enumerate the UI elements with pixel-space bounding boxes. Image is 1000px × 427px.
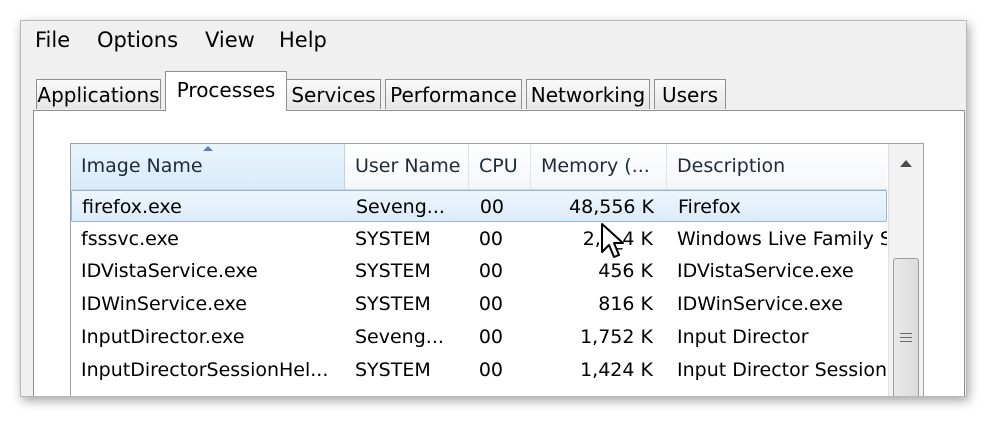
table-row[interactable]: IDVistaService.exe SYSTEM 00 456 K IDVis… bbox=[71, 255, 887, 287]
cell-description: Input Director Session I bbox=[677, 359, 887, 381]
cell-user-name: Seveng... bbox=[355, 326, 444, 348]
column-header-memory[interactable]: Memory (... bbox=[531, 144, 667, 189]
table-row[interactable]: IDWinService.exe SYSTEM 00 816 K IDWinSe… bbox=[71, 288, 887, 320]
cell-description: Input Director bbox=[677, 326, 809, 348]
cell-cpu: 00 bbox=[478, 293, 503, 315]
cell-cpu: 00 bbox=[478, 260, 503, 282]
cell-memory: 48,556 K bbox=[569, 196, 654, 218]
cell-memory: 1,752 K bbox=[580, 326, 653, 348]
menu-bar: File Options View Help bbox=[21, 21, 966, 61]
cell-image-name: IDVistaService.exe bbox=[81, 260, 258, 282]
column-header-cpu[interactable]: CPU bbox=[469, 144, 531, 189]
cell-memory: 1,424 K bbox=[580, 359, 653, 381]
cell-image-name: fsssvc.exe bbox=[81, 228, 179, 250]
cell-user-name: SYSTEM bbox=[355, 228, 431, 250]
cell-user-name: Seveng... bbox=[356, 196, 445, 218]
list-header: Image Name User Name CPU Memory (... Des… bbox=[71, 144, 887, 190]
cell-description: IDVistaService.exe bbox=[677, 260, 854, 282]
cell-cpu: 00 bbox=[478, 359, 503, 381]
table-row[interactable]: InputDirector.exe Seveng... 00 1,752 K I… bbox=[71, 321, 887, 353]
tab-processes[interactable]: Processes bbox=[165, 71, 287, 111]
grip-line bbox=[900, 333, 912, 334]
mouse-pointer-icon bbox=[601, 223, 624, 258]
cell-memory: 456 K bbox=[598, 260, 653, 282]
cell-cpu: 00 bbox=[479, 196, 504, 218]
table-row[interactable]: InputDirectorSessionHel... SYSTEM 00 1,4… bbox=[71, 354, 887, 386]
table-row[interactable]: firefox.exe Seveng... 00 48,556 K Firefo… bbox=[71, 190, 887, 222]
cell-memory: 816 K bbox=[598, 293, 653, 315]
menu-view[interactable]: View bbox=[203, 28, 257, 52]
menu-options[interactable]: Options bbox=[95, 28, 180, 52]
tab-services[interactable]: Services bbox=[286, 79, 381, 109]
column-header-label: CPU bbox=[479, 155, 518, 177]
cell-image-name: firefox.exe bbox=[82, 196, 182, 218]
cell-user-name: SYSTEM bbox=[355, 359, 431, 381]
menu-file[interactable]: File bbox=[33, 28, 72, 52]
cell-description: Firefox bbox=[678, 196, 741, 218]
tab-networking[interactable]: Networking bbox=[526, 79, 650, 109]
column-header-user-name[interactable]: User Name bbox=[345, 144, 469, 189]
column-header-label: Memory (... bbox=[541, 155, 650, 177]
column-header-label: Image Name bbox=[81, 155, 203, 177]
cell-user-name: SYSTEM bbox=[355, 260, 431, 282]
cell-memory: 2,8_4 K bbox=[583, 228, 653, 250]
grip-line bbox=[900, 337, 912, 338]
tab-users[interactable]: Users bbox=[654, 79, 726, 109]
process-list[interactable]: Image Name User Name CPU Memory (... Des… bbox=[70, 143, 924, 396]
column-header-image-name[interactable]: Image Name bbox=[71, 144, 345, 189]
menu-help[interactable]: Help bbox=[277, 28, 329, 52]
cell-user-name: SYSTEM bbox=[355, 293, 431, 315]
column-header-label: Description bbox=[677, 155, 786, 177]
table-row[interactable]: fsssvc.exe SYSTEM 00 2,8_4 K Windows Liv… bbox=[71, 223, 887, 255]
scrollbar-thumb[interactable] bbox=[893, 258, 919, 396]
sort-ascending-icon bbox=[203, 146, 213, 151]
cell-cpu: 00 bbox=[478, 326, 503, 348]
column-header-label: User Name bbox=[355, 155, 461, 177]
cell-image-name: IDWinService.exe bbox=[81, 293, 247, 315]
column-header-description[interactable]: Description bbox=[667, 144, 887, 189]
tab-performance[interactable]: Performance bbox=[385, 79, 522, 109]
cell-image-name: InputDirectorSessionHel... bbox=[81, 359, 329, 381]
task-manager-window: File Options View Help Applications Proc… bbox=[20, 20, 967, 397]
cell-cpu: 00 bbox=[478, 228, 503, 250]
cell-image-name: InputDirector.exe bbox=[81, 326, 245, 348]
cell-description: IDWinService.exe bbox=[677, 293, 843, 315]
vertical-scrollbar[interactable] bbox=[888, 144, 923, 396]
grip-line bbox=[900, 341, 912, 342]
tab-applications[interactable]: Applications bbox=[36, 79, 161, 109]
processes-panel: Image Name User Name CPU Memory (... Des… bbox=[33, 110, 965, 396]
cell-description: Windows Live Family Sa bbox=[677, 228, 887, 250]
scroll-up-arrow-icon[interactable] bbox=[889, 144, 923, 186]
